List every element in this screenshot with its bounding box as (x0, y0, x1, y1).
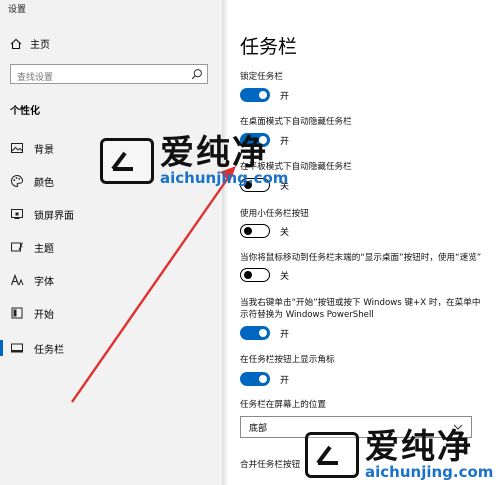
taskbar-settings-pane: 任务栏 锁定任务栏 开 在桌面模式下自动隐藏任务栏 开 在平板模式下自动隐藏任务… (232, 0, 500, 485)
page-title: 任务栏 (240, 36, 298, 58)
section-personalization: 个性化 (10, 106, 40, 117)
watermark-brand: 爱纯净 (160, 133, 268, 173)
toggle-state-text: 开 (280, 91, 290, 102)
image-icon (11, 143, 23, 153)
search-input[interactable] (11, 69, 193, 87)
sidebar-item-label: 锁屏界面 (34, 210, 74, 222)
settings-sidebar: 设置 主页 个性化 背景 颜色 锁屏界面 (0, 0, 222, 485)
window-title: 设置 (8, 5, 27, 15)
setting-label-position: 任务栏在屏幕上的位置 (240, 400, 326, 410)
sidebar-item-label: 颜色 (34, 177, 54, 189)
sidebar-item-label: 开始 (34, 309, 54, 321)
dropdown-value: 底部 (249, 423, 268, 434)
setting-label-powershell-line2: 示符替换为 Windows PowerShell (240, 310, 374, 320)
watermark-logo-icon (305, 432, 359, 479)
start-icon (11, 307, 23, 319)
search-icon[interactable] (191, 68, 203, 80)
watermark-bottom: 爱纯净 aichunjing.com (305, 430, 493, 481)
sidebar-item-taskbar[interactable]: 任务栏 (0, 338, 210, 358)
sidebar-home-label: 主页 (30, 40, 50, 51)
setting-label-lock-taskbar: 锁定任务栏 (240, 72, 283, 82)
sidebar-item-themes[interactable]: 主题 (10, 237, 210, 257)
sidebar-item-fonts[interactable]: 字体 (10, 270, 210, 290)
setting-label-badges: 在任务栏按钮上显示角标 (240, 355, 335, 365)
toggle-state-text: 开 (280, 329, 290, 340)
theme-icon (11, 242, 23, 252)
lock-taskbar-toggle[interactable] (240, 88, 270, 102)
peek-toggle[interactable] (240, 268, 270, 282)
sidebar-item-start[interactable]: 开始 (10, 303, 210, 323)
watermark-url: aichunjing.com (160, 169, 289, 187)
sidebar-item-lock-screen[interactable]: 锁屏界面 (10, 204, 210, 224)
badges-toggle[interactable] (240, 372, 270, 386)
setting-label-peek: 当你将鼠标移动到任务栏末端的“显示桌面”按钮时，使用“速览” (240, 253, 482, 263)
setting-label-small-buttons: 使用小任务栏按钮 (240, 209, 309, 219)
toggle-state-text: 关 (280, 271, 290, 282)
setting-label-combine: 合并任务栏按钮 (240, 460, 301, 470)
sidebar-item-label: 主题 (34, 243, 54, 255)
sidebar-item-label: 任务栏 (34, 344, 64, 356)
taskbar-icon (11, 343, 23, 353)
watermark-logo-icon (100, 138, 154, 185)
pane-divider (222, 0, 228, 485)
home-icon (10, 38, 22, 49)
toggle-state-text: 开 (280, 375, 290, 386)
sidebar-item-label: 字体 (34, 276, 54, 288)
sidebar-item-label: 背景 (34, 144, 54, 156)
small-buttons-toggle[interactable] (240, 224, 270, 238)
palette-icon (11, 174, 24, 188)
search-box[interactable] (10, 64, 208, 87)
watermark-top: 爱纯净 aichunjing.com (100, 136, 288, 187)
lock-screen-icon (11, 209, 23, 219)
powershell-toggle[interactable] (240, 326, 270, 340)
watermark-brand: 爱纯净 (365, 427, 473, 467)
font-icon (10, 273, 24, 286)
watermark-url: aichunjing.com (365, 463, 494, 481)
sidebar-home[interactable]: 主页 (10, 36, 50, 51)
toggle-state-text: 关 (280, 227, 290, 238)
setting-label-autohide-desktop: 在桌面模式下自动隐藏任务栏 (240, 117, 352, 127)
setting-label-powershell-line1: 当我右键单击“开始”按钮或按下 Windows 键+X 时，在菜单中 (240, 298, 481, 308)
